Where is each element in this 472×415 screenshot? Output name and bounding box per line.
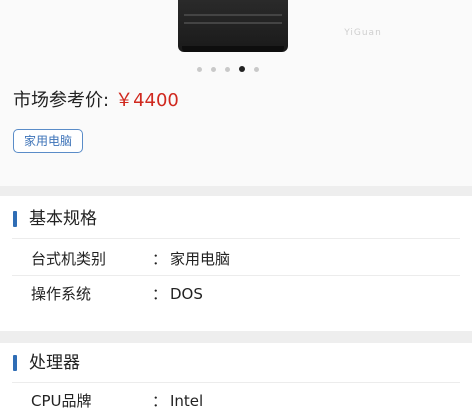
price-value: ￥4400 (115, 90, 179, 111)
carousel-dot[interactable] (211, 66, 216, 72)
spec-colon: ： (152, 285, 168, 303)
spec-label: 台式机类别 (31, 250, 107, 268)
carousel-dot[interactable] (197, 66, 202, 72)
carousel-dot-active[interactable] (239, 66, 245, 72)
section-title: 处理器 (13, 351, 80, 375)
spec-section-cpu: 处理器 CPU品牌 ： Intel (0, 343, 472, 415)
carousel-indicator (197, 66, 259, 72)
divider (12, 382, 460, 383)
spec-row: CPU品牌 ： Intel (31, 390, 203, 412)
price-label: 市场参考价: (13, 90, 110, 111)
carousel-dot[interactable] (225, 66, 230, 72)
section-accent-bar (13, 211, 17, 227)
product-gallery[interactable]: YiGuan 市场参考价: ￥4400 家用电脑 (0, 0, 472, 186)
watermark-logo: YiGuan (344, 28, 382, 38)
section-gap (0, 186, 472, 196)
spec-section-basic: 基本规格 台式机类别 ：家用电脑 操作系统 ： DOS (0, 196, 472, 331)
section-title-text: 处理器 (29, 353, 80, 373)
divider (12, 238, 460, 239)
spec-label: 操作系统 (31, 285, 92, 303)
spec-value: Intel (170, 392, 204, 410)
price-row: 市场参考价: ￥4400 (13, 89, 179, 113)
carousel-dot[interactable] (254, 66, 259, 72)
section-gap (0, 331, 472, 343)
section-title-text: 基本规格 (29, 209, 97, 229)
spec-colon: ： (152, 392, 168, 410)
section-accent-bar (13, 355, 17, 371)
spec-value: DOS (170, 285, 203, 303)
spec-value: 家用电脑 (170, 250, 231, 268)
divider (12, 275, 460, 276)
spec-colon: ： (152, 250, 168, 268)
spec-row: 台式机类别 ：家用电脑 (31, 248, 230, 270)
category-tag[interactable]: 家用电脑 (13, 129, 84, 153)
spec-label: CPU品牌 (31, 392, 92, 410)
product-image[interactable] (178, 0, 288, 52)
spec-row: 操作系统 ： DOS (31, 283, 203, 305)
section-title: 基本规格 (13, 207, 97, 231)
